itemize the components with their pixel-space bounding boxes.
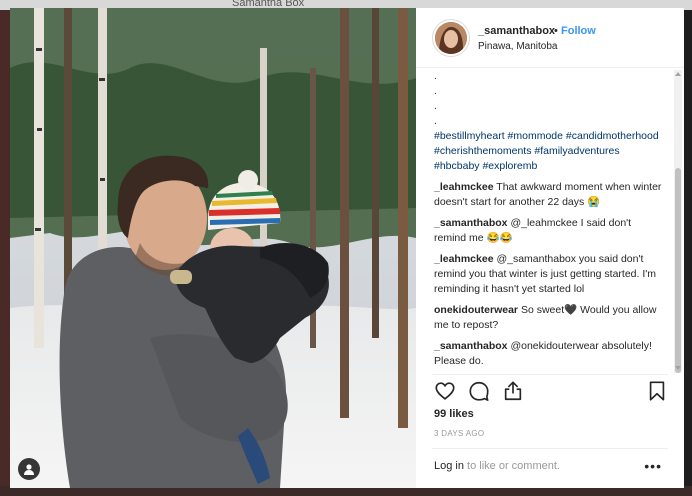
backdrop-right [684,10,692,496]
post-photo[interactable] [10,8,416,488]
avatar[interactable] [432,19,470,57]
comment-username[interactable]: _samanthabox [434,340,508,352]
backdrop-left [0,10,10,496]
comment-username[interactable]: onekidouterwear [434,304,518,316]
post-location[interactable]: Pinawa, Manitoba [478,41,558,52]
comment-username[interactable]: _leahmckee [434,253,494,265]
login-link[interactable]: Log in [434,460,464,472]
follow-button[interactable]: Follow [561,25,596,37]
share-icon[interactable] [502,380,524,402]
scroll-up-arrow-icon[interactable] [675,71,681,77]
caption-dot: . [434,70,437,82]
comment-item: _samanthabox @onekidouterwear absolutely… [434,339,666,369]
caption-dot: . [434,115,437,127]
post-sidebar: _samanthabox • Follow Pinawa, Manitoba .… [416,8,684,488]
comment-item: _leahmckee @_samanthabox you said don't … [434,252,666,297]
caption-hashtags[interactable]: #bestillmyheart #mommode #candidmotherho… [434,129,666,174]
avatar-image [435,22,467,54]
tag-button[interactable] [18,458,40,480]
likes-count[interactable]: 99 likes [434,408,474,420]
heart-icon[interactable] [434,380,456,402]
caption-dot: . [434,100,437,112]
login-prompt-text: to like or comment. [463,460,560,472]
comment-item: _samanthabox @_leahmckee I said don't re… [434,216,666,246]
post-timestamp: 3 DAYS AGO [434,429,485,438]
scrollbar-thumb[interactable] [675,168,681,373]
comment-item: onekidouterwear So sweet🖤 Would you allo… [434,303,666,333]
header-separator: • [554,25,558,37]
more-options-button[interactable]: ••• [644,458,662,474]
bookmark-icon[interactable] [646,380,668,402]
comment-item: _leahmckee That awkward moment when wint… [434,180,666,210]
comment-username[interactable]: _samanthabox [434,217,508,229]
caption-dot: . [434,85,437,97]
post-username[interactable]: _samanthabox [478,25,555,37]
post-header: _samanthabox • Follow Pinawa, Manitoba [416,8,684,68]
scroll-down-arrow-icon[interactable] [675,365,681,371]
post-actions [432,380,672,406]
comment-username[interactable]: _leahmckee [434,181,494,193]
user-tag-icon [24,464,34,475]
divider [432,374,668,375]
divider [432,448,668,449]
login-prompt: Log in to like or comment. [434,460,560,472]
photo-illustration [10,8,416,488]
comments-list[interactable]: . . . . #bestillmyheart #mommode #candid… [416,69,684,374]
comment-icon[interactable] [468,380,490,402]
